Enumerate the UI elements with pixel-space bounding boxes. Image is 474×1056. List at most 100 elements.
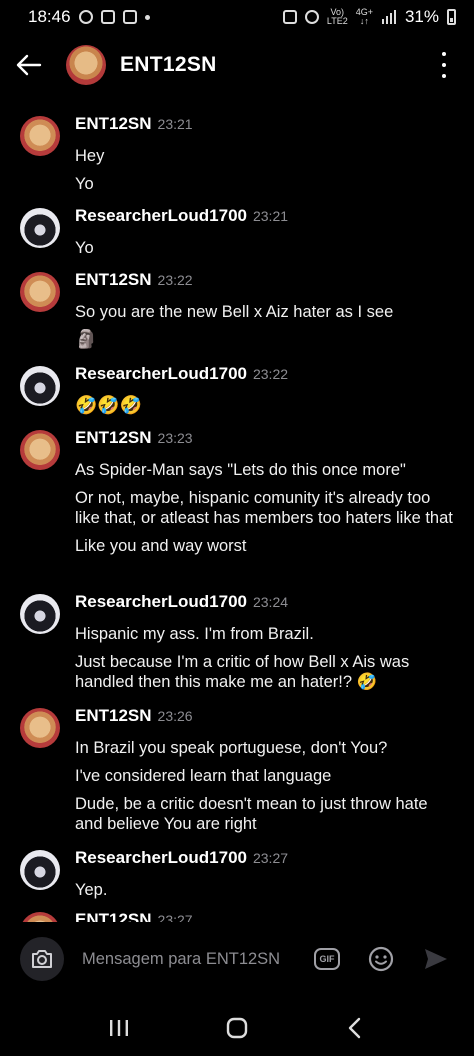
user-avatar[interactable] [20,208,60,248]
message-author[interactable]: ResearcherLoud1700 [75,592,247,612]
message-body: ResearcherLoud1700 23:21 Yo [75,206,454,258]
recents-button[interactable] [99,1008,139,1048]
message-body: ENT12SN 23:27 [75,910,454,922]
chrome-notification-icon [78,10,93,24]
message-group: ENT12SN 23:21 Hey Yo [20,114,454,194]
app-notification-icon [100,10,115,24]
back-button[interactable] [0,36,58,94]
signal-icon [381,10,396,24]
status-bar-right: Vo) LTE2 4G+ ↓↑ 31% [282,7,456,27]
message-group: ENT12SN 23:22 So you are the new Bell x … [20,270,454,350]
message-emoji[interactable]: 🤣🤣🤣 [75,394,454,416]
message-header: ResearcherLoud1700 23:22 [75,364,454,388]
message-timestamp: 23:22 [252,366,289,382]
message-text[interactable]: Hispanic my ass. I'm from Brazil. [75,624,454,644]
more-vertical-icon [442,52,446,56]
message-author[interactable]: ResearcherLoud1700 [75,206,247,226]
home-icon [226,1017,248,1039]
message-body: ResearcherLoud1700 23:27 Yep. [75,848,454,900]
message-input[interactable] [80,948,304,970]
message-text[interactable]: Just because I'm a critic of how Bell x … [75,652,454,692]
gif-button[interactable]: GIF [314,948,340,970]
message-group: ResearcherLoud1700 23:24 Hispanic my ass… [20,592,454,692]
message-text[interactable]: Like you and way worst [75,536,454,556]
user-avatar[interactable] [20,850,60,890]
message-timestamp: 23:24 [252,594,289,610]
message-body: ENT12SN 23:21 Hey Yo [75,114,454,194]
message-body: ResearcherLoud1700 23:22 🤣🤣🤣 [75,364,454,416]
message-body: ResearcherLoud1700 23:24 Hispanic my ass… [75,592,454,692]
message-text[interactable]: Yo [75,238,454,258]
camera-icon [32,950,52,968]
message-timestamp: 23:27 [157,912,193,922]
message-timestamp: 23:21 [252,208,289,224]
more-options-button[interactable] [434,52,454,78]
message-timestamp: 23:22 [157,272,193,288]
message-composer: GIF [20,937,454,981]
message-text[interactable]: Dude, be a critic doesn't mean to just t… [75,794,454,834]
message-text[interactable]: I've considered learn that language [75,766,454,786]
chevron-left-icon [348,1017,361,1039]
alarm-icon [304,10,319,24]
message-group: ResearcherLoud1700 23:21 Yo [20,206,454,258]
home-button[interactable] [217,1008,257,1048]
contact-name[interactable]: ENT12SN [120,53,217,77]
message-body: ENT12SN 23:23 As Spider-Man says "Lets d… [75,428,454,556]
message-header: ENT12SN 23:23 [75,428,454,452]
message-text[interactable]: Or not, maybe, hispanic comunity it's al… [75,488,454,528]
message-header: ENT12SN 23:21 [75,114,454,138]
contact-avatar[interactable] [66,45,106,85]
recents-icon [110,1020,128,1036]
lte-label: LTE2 [326,16,348,26]
message-author[interactable]: ResearcherLoud1700 [75,364,247,384]
status-bar: 18:46 Vo) LTE2 4G+ ↓↑ 31% [0,0,474,34]
send-icon[interactable] [422,945,450,973]
more-vertical-icon-dot [442,63,446,67]
user-avatar[interactable] [20,594,60,634]
message-author[interactable]: ENT12SN [75,270,152,290]
message-text[interactable]: As Spider-Man says "Lets do this once mo… [75,460,454,480]
smiley-icon[interactable] [368,946,394,972]
user-avatar[interactable] [20,272,60,312]
message-group: ENT12SN 23:26 In Brazil you speak portug… [20,706,454,834]
more-vertical-icon-dot [442,74,446,78]
message-group: ENT12SN 23:23 As Spider-Man says "Lets d… [20,428,454,556]
message-emoji[interactable]: 🗿 [75,328,454,350]
message-header: ResearcherLoud1700 23:27 [75,848,454,872]
data-activity-label: ↓↑ [359,16,369,26]
discord-dm-screen: 18:46 Vo) LTE2 4G+ ↓↑ 31% ENT12SN ENT12S… [0,0,474,1056]
system-navigation-bar [0,1000,474,1056]
user-avatar[interactable] [20,912,60,922]
message-timestamp: 23:21 [157,116,193,132]
message-text[interactable]: In Brazil you speak portuguese, don't Yo… [75,738,454,758]
message-author[interactable]: ENT12SN [75,428,152,448]
user-avatar[interactable] [20,708,60,748]
message-list[interactable]: ENT12SN 23:21 Hey Yo ResearcherLoud1700 … [0,96,474,922]
system-back-button[interactable] [335,1008,375,1048]
chat-header: ENT12SN [0,34,474,96]
message-author[interactable]: ENT12SN [75,910,152,922]
message-group: ResearcherLoud1700 23:22 🤣🤣🤣 [20,364,454,416]
user-avatar[interactable] [20,366,60,406]
message-timestamp: 23:26 [157,708,193,724]
message-author[interactable]: ResearcherLoud1700 [75,848,247,868]
message-timestamp: 23:23 [157,430,193,446]
battery-percent: 31% [404,7,439,26]
message-header: ResearcherLoud1700 23:21 [75,206,454,230]
user-avatar[interactable] [20,116,60,156]
status-time: 18:46 [28,7,71,26]
message-header: ENT12SN 23:26 [75,706,454,730]
data-indicator: 4G+ ↓↑ [356,8,373,26]
message-text[interactable]: Yep. [75,880,454,900]
battery-icon [447,9,456,25]
message-text[interactable]: Hey [75,146,454,166]
message-author[interactable]: ENT12SN [75,706,152,726]
gallery-notification-icon [122,10,137,24]
message-text[interactable]: So you are the new Bell x Aiz hater as I… [75,302,454,322]
message-text[interactable]: Yo [75,174,454,194]
message-header: ENT12SN 23:22 [75,270,454,294]
message-author[interactable]: ENT12SN [75,114,152,134]
user-avatar[interactable] [20,430,60,470]
camera-button[interactable] [20,937,64,981]
arrow-left-icon [16,54,42,76]
